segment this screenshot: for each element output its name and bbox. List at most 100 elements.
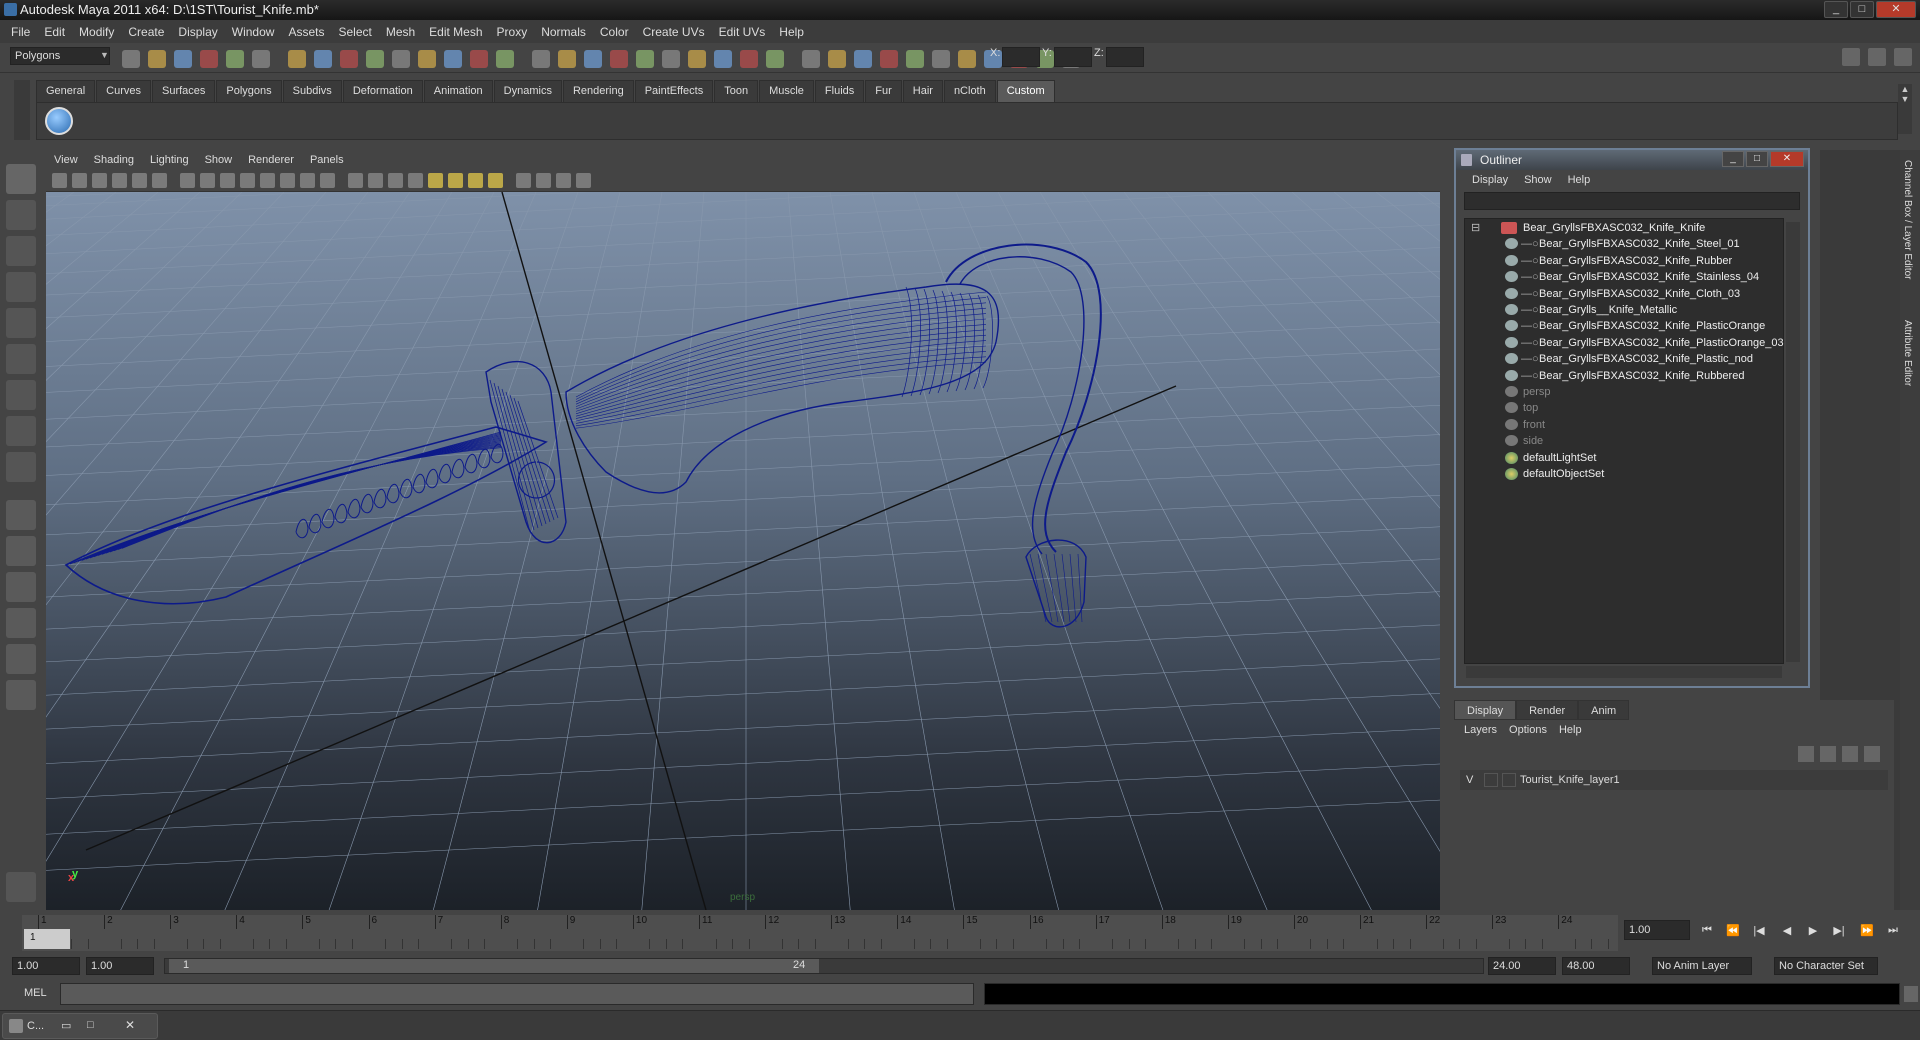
- outliner-item[interactable]: —○ Bear_GryllsFBXASC032_Knife_PlasticOran…: [1505, 317, 1765, 335]
- layer-visibility-toggle[interactable]: V: [1466, 770, 1473, 790]
- close-button[interactable]: ✕: [1876, 1, 1916, 18]
- outliner-item[interactable]: —○ Bear_Grylls__Knife_Metallic: [1505, 301, 1677, 319]
- status-tool-icon[interactable]: [906, 50, 924, 68]
- step-back-key-icon[interactable]: |◀: [1752, 924, 1766, 938]
- new-layer-icon[interactable]: [1798, 746, 1814, 762]
- animation-start-field[interactable]: 1.00: [12, 957, 80, 975]
- shelf-tab-deformation[interactable]: Deformation: [342, 80, 423, 102]
- viewport-tool-icon[interactable]: [132, 173, 147, 188]
- viewport-tool-icon[interactable]: [92, 173, 107, 188]
- shelf-tab-ncloth[interactable]: nCloth: [943, 80, 996, 102]
- outliner-camera-item[interactable]: top: [1505, 399, 1538, 417]
- menu-normals[interactable]: Normals: [534, 25, 593, 39]
- viewport-tool-icon[interactable]: [468, 173, 483, 188]
- paint-select-icon[interactable]: [6, 236, 36, 266]
- mel-label[interactable]: MEL: [24, 987, 47, 999]
- layer-color-swatch[interactable]: [1502, 773, 1516, 787]
- status-tool-icon[interactable]: [880, 50, 898, 68]
- minimize-button[interactable]: _: [1824, 1, 1848, 18]
- script-editor-button[interactable]: [1904, 986, 1918, 1002]
- shelf-tab-polygons[interactable]: Polygons: [216, 80, 282, 102]
- script-editor-icon[interactable]: [6, 872, 36, 902]
- viewport-tool-icon[interactable]: [428, 173, 443, 188]
- layout-outliner-icon[interactable]: [6, 572, 36, 602]
- shelf-tab-dynamics[interactable]: Dynamics: [493, 80, 562, 102]
- viewport-tool-icon[interactable]: [368, 173, 383, 188]
- outliner-maximize-button[interactable]: □: [1746, 151, 1768, 167]
- shelf-scroll[interactable]: ▲ ▼: [1898, 84, 1912, 134]
- viewport-tool-icon[interactable]: [320, 173, 335, 188]
- viewport-tool-icon[interactable]: [260, 173, 275, 188]
- shelf-tab-rendering[interactable]: Rendering: [562, 80, 634, 102]
- time-ruler[interactable]: 1 2 3 4 5 6 7 8 9 10 11 12 13 14 15 16 17 18 19 20 21 22 23 24 1: [22, 915, 1618, 951]
- status-tool-icon[interactable]: [854, 50, 872, 68]
- tab-attribute-editor[interactable]: Attribute Editor: [1902, 320, 1913, 386]
- menu-assets[interactable]: Assets: [281, 25, 331, 39]
- maximize-icon[interactable]: □: [87, 1019, 94, 1031]
- shelf-tab-general[interactable]: General: [36, 80, 96, 102]
- layout-hypershade-icon[interactable]: [6, 644, 36, 674]
- status-tool-icon[interactable]: [636, 50, 654, 68]
- viewport-tool-icon[interactable]: [280, 173, 295, 188]
- layer-tab-anim[interactable]: Anim: [1578, 700, 1630, 720]
- layer-row[interactable]: V Tourist_Knife_layer1: [1460, 770, 1888, 790]
- shelf-tab-fur[interactable]: Fur: [865, 80, 902, 102]
- minimized-window[interactable]: C... ▭ □ ✕: [2, 1013, 158, 1039]
- outliner-close-button[interactable]: ✕: [1770, 151, 1804, 167]
- outliner-item[interactable]: —○ Bear_GryllsFBXASC032_Knife_Cloth_03: [1505, 285, 1740, 303]
- go-to-end-icon[interactable]: ⏭: [1886, 924, 1900, 938]
- status-tool-icon[interactable]: [252, 50, 270, 68]
- status-tool-icon[interactable]: [662, 50, 680, 68]
- outliner-item-root[interactable]: ⊟ Bear_GryllsFBXASC032_Knife_Knife: [1471, 219, 1705, 237]
- layer-menu-help[interactable]: Help: [1553, 724, 1588, 736]
- outliner-vscroll[interactable]: [1786, 222, 1800, 662]
- go-to-start-icon[interactable]: ⏮: [1700, 924, 1714, 938]
- viewport-tool-icon[interactable]: [448, 173, 463, 188]
- viewport-tool-icon[interactable]: [408, 173, 423, 188]
- animation-end-field[interactable]: 48.00: [1562, 957, 1630, 975]
- viewport-tool-icon[interactable]: [152, 173, 167, 188]
- status-tool-icon[interactable]: [958, 50, 976, 68]
- step-back-icon[interactable]: ⏪: [1726, 924, 1740, 938]
- outliner-item[interactable]: —○ Bear_GryllsFBXASC032_Knife_Steel_01: [1505, 235, 1740, 253]
- outliner-minimize-button[interactable]: _: [1722, 151, 1744, 167]
- status-tool-icon[interactable]: [148, 50, 166, 68]
- layer-move-up-icon[interactable]: [1842, 746, 1858, 762]
- menu-window[interactable]: Window: [225, 25, 282, 39]
- layer-tab-render[interactable]: Render: [1516, 700, 1579, 720]
- layer-menu-options[interactable]: Options: [1503, 724, 1553, 736]
- panel-toggle-icon[interactable]: [1842, 48, 1860, 66]
- viewport-tool-icon[interactable]: [556, 173, 571, 188]
- character-set-selector[interactable]: No Character Set: [1774, 957, 1878, 975]
- menu-file[interactable]: File: [4, 25, 37, 39]
- outliner-menu-display[interactable]: Display: [1464, 174, 1516, 186]
- checkmark-icon[interactable]: [45, 107, 73, 135]
- step-forward-key-icon[interactable]: ▶|: [1832, 924, 1846, 938]
- menu-edit-uvs[interactable]: Edit UVs: [712, 25, 773, 39]
- status-tool-icon[interactable]: [314, 50, 332, 68]
- viewport-menu-panels[interactable]: Panels: [302, 154, 352, 166]
- z-field[interactable]: [1106, 47, 1144, 67]
- outliner-menu-show[interactable]: Show: [1516, 174, 1560, 186]
- shelf-tab-hair[interactable]: Hair: [902, 80, 943, 102]
- status-tool-icon[interactable]: [766, 50, 784, 68]
- outliner-set-item[interactable]: defaultLightSet: [1505, 449, 1596, 467]
- shelf-tab-subdivs[interactable]: Subdivs: [282, 80, 342, 102]
- playback-start-field[interactable]: 1.00: [86, 957, 154, 975]
- shelf-tab-fluids[interactable]: Fluids: [814, 80, 865, 102]
- viewport-menu-renderer[interactable]: Renderer: [240, 154, 302, 166]
- menu-create-uvs[interactable]: Create UVs: [636, 25, 712, 39]
- channel-box-toggle-icon[interactable]: [1868, 48, 1886, 66]
- viewport-tool-icon[interactable]: [220, 173, 235, 188]
- move-tool-icon[interactable]: [6, 272, 36, 302]
- status-tool-icon[interactable]: [288, 50, 306, 68]
- outliner-camera-item[interactable]: front: [1505, 416, 1545, 434]
- status-tool-icon[interactable]: [932, 50, 950, 68]
- outliner-filter-field[interactable]: [1464, 192, 1800, 210]
- restore-icon[interactable]: ▭: [61, 1019, 71, 1032]
- shelf-tab-curves[interactable]: Curves: [96, 80, 151, 102]
- viewport-tool-icon[interactable]: [300, 173, 315, 188]
- viewport-menu-lighting[interactable]: Lighting: [142, 154, 197, 166]
- menu-edit-mesh[interactable]: Edit Mesh: [422, 25, 489, 39]
- outliner-menu-help[interactable]: Help: [1560, 174, 1599, 186]
